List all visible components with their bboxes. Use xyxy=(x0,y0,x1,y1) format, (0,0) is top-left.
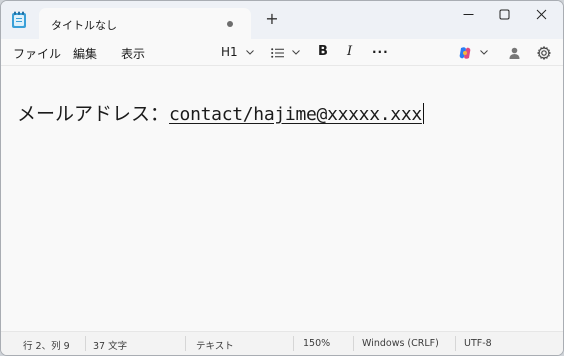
chevron-down-icon xyxy=(479,50,488,55)
line-ending[interactable]: Windows (CRLF) xyxy=(362,338,439,349)
tab-title: タイトルなし xyxy=(51,19,117,32)
menu-bar: ファイル 編集 表示 H1 B I ··· xyxy=(1,39,563,66)
menu-file[interactable]: ファイル xyxy=(13,45,61,62)
more-icon: ··· xyxy=(372,45,389,59)
char-count: 37 文字 xyxy=(93,341,128,352)
chevron-down-icon xyxy=(291,50,300,55)
maximize-button[interactable] xyxy=(489,3,519,25)
settings-button[interactable] xyxy=(536,43,552,61)
text-editor[interactable]: メールアドレス：contact/hajime@xxxxx.xxx xyxy=(1,66,563,326)
account-icon xyxy=(509,47,520,59)
email-link[interactable]: contact/hajime@xxxxx.xxx xyxy=(169,104,422,125)
cursor-position: 行 2、列 9 xyxy=(23,341,70,352)
status-divider xyxy=(185,336,186,351)
copilot-dropdown[interactable] xyxy=(458,43,488,61)
tab-untitled[interactable]: タイトルなし xyxy=(39,8,251,39)
text-line: メールアドレス：contact/hajime@xxxxx.xxx xyxy=(17,99,424,126)
status-bar: 行 2、列 9 37 文字 テキスト 150% Windows (CRLF) U… xyxy=(1,331,563,355)
bold-icon: B xyxy=(318,44,328,59)
unsaved-dot-icon[interactable] xyxy=(227,21,233,27)
status-divider xyxy=(353,336,354,351)
encoding[interactable]: UTF-8 xyxy=(464,338,492,349)
status-divider xyxy=(85,336,86,351)
menu-edit[interactable]: 編集 xyxy=(73,45,97,62)
maximize-icon xyxy=(499,9,510,20)
status-divider xyxy=(455,336,456,351)
plus-icon[interactable]: + xyxy=(263,10,281,28)
notepad-window: タイトルなし + ファイル 編集 表示 H1 B I ··· メールアドレス：c… xyxy=(0,0,564,356)
heading-label: H1 xyxy=(221,45,238,59)
title-bar: タイトルなし + xyxy=(1,1,563,39)
status-divider xyxy=(293,336,294,351)
list-icon xyxy=(271,47,284,58)
minimize-button[interactable] xyxy=(453,3,483,25)
chevron-down-icon xyxy=(245,50,254,55)
notepad-icon xyxy=(11,11,27,29)
more-button[interactable]: ··· xyxy=(372,43,389,61)
gear-icon xyxy=(536,45,552,60)
copilot-icon xyxy=(459,46,471,59)
text-caret xyxy=(422,103,424,124)
close-icon xyxy=(536,9,547,20)
list-dropdown[interactable] xyxy=(271,43,300,61)
heading-dropdown[interactable]: H1 xyxy=(221,43,254,61)
text-format[interactable]: テキスト xyxy=(196,338,234,352)
close-button[interactable] xyxy=(526,3,556,25)
menu-view[interactable]: 表示 xyxy=(121,45,145,62)
zoom-level[interactable]: 150% xyxy=(303,338,330,349)
bold-button[interactable]: B xyxy=(318,43,328,61)
italic-icon: I xyxy=(347,44,353,59)
email-label: メールアドレス： xyxy=(17,103,170,125)
minimize-icon xyxy=(463,14,474,15)
italic-button[interactable]: I xyxy=(347,43,352,61)
account-button[interactable] xyxy=(509,43,520,61)
